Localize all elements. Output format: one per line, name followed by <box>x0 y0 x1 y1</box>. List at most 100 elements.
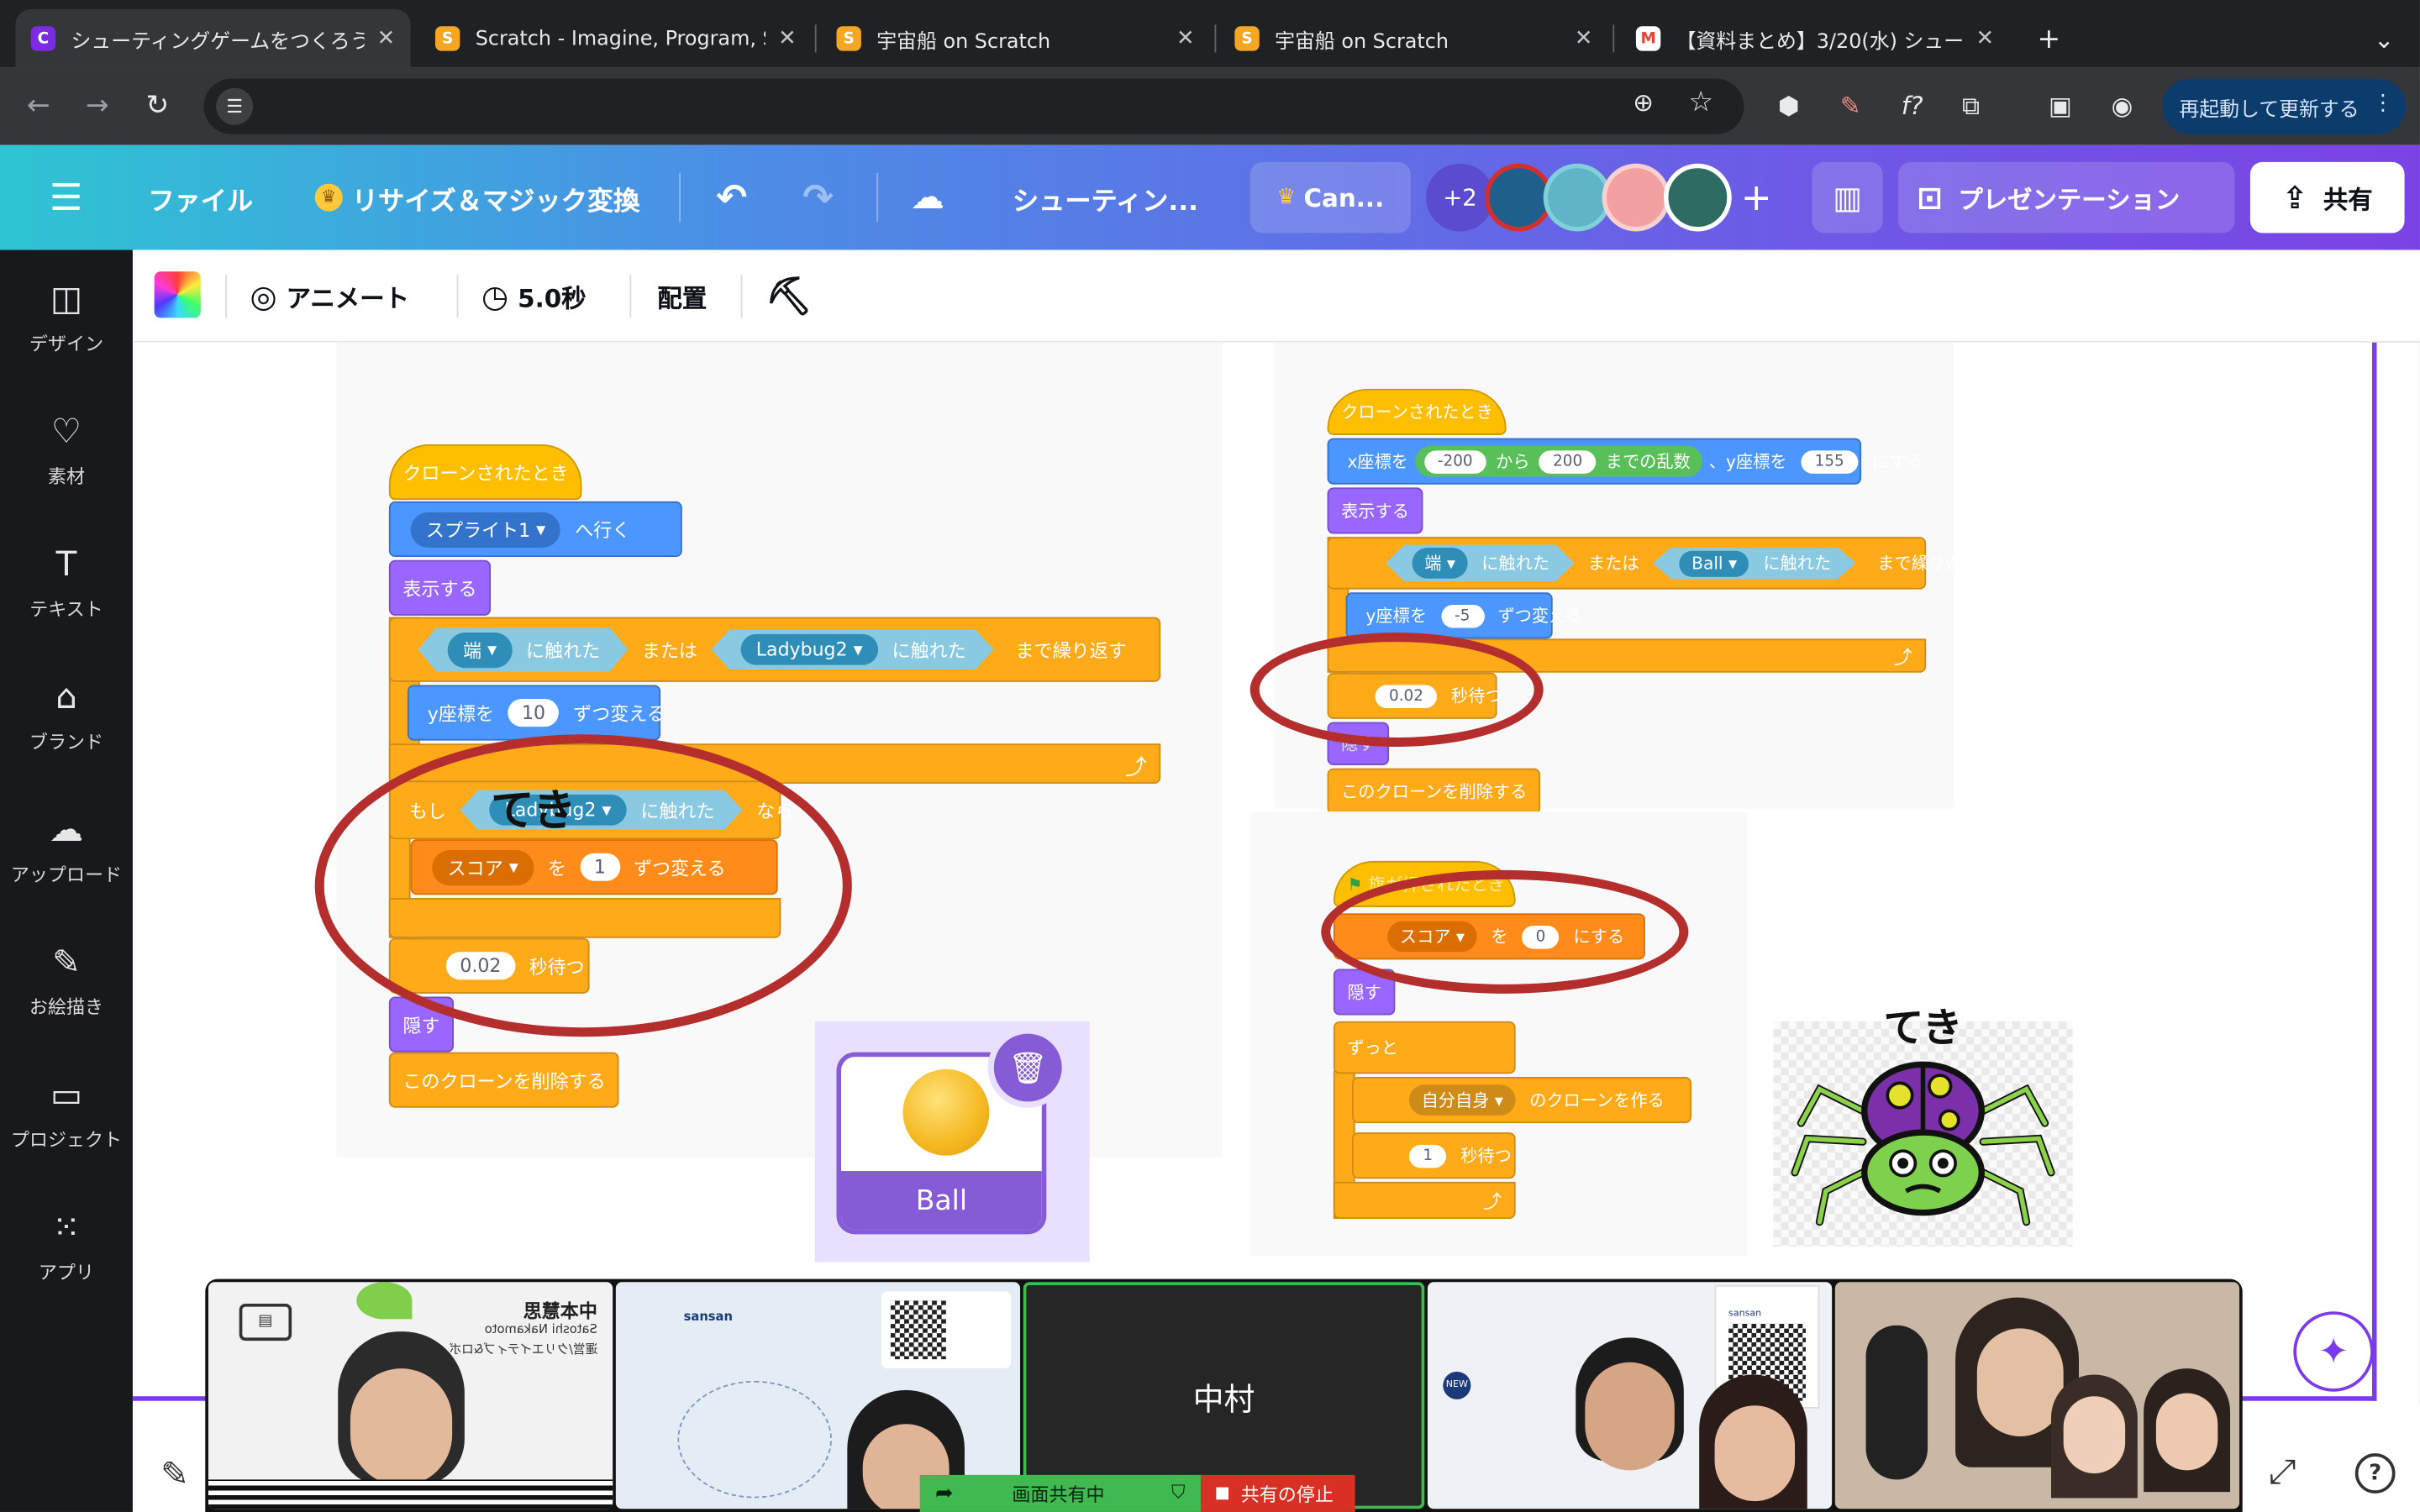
sidebar-item-text[interactable]: T テキスト <box>0 531 133 654</box>
duration-button[interactable]: ◷ 5.0秒 <box>481 250 587 343</box>
collaborator-avatar[interactable] <box>1663 163 1732 232</box>
redo-icon[interactable]: ↷ <box>802 145 834 250</box>
scratch-delete-clone-block[interactable]: このクローンを削除する <box>1327 768 1541 815</box>
collaborator-avatar[interactable] <box>1602 163 1670 232</box>
sidebar-item-design[interactable]: ◫ デザイン <box>0 265 133 389</box>
random-to-input[interactable]: 200 <box>1539 449 1597 473</box>
close-tab-icon[interactable]: ✕ <box>778 26 797 50</box>
scratch-change-y-block[interactable]: y座標を -5 ずつ変える <box>1345 592 1582 639</box>
share-arrow-icon: ➦ <box>935 1481 954 1506</box>
goto-target-dropdown[interactable]: スプライト1 ▾ <box>410 511 561 548</box>
scratch-goto-xy-block[interactable]: x座標を -200 から 200 までの乱数 、y座標を 155 にする <box>1327 438 1923 485</box>
scratch-forever-block[interactable]: ずっと <box>1333 1021 1516 1074</box>
scratch-repeat-until-block[interactable]: 端 ▾ に触れた または Ball ▾ に触れた まで繰り返す <box>1327 537 1980 590</box>
edge-dropdown[interactable]: 端 ▾ <box>1413 548 1468 579</box>
delete-sprite-trash-icon[interactable]: 🗑 <box>987 1027 1068 1108</box>
scratch-change-y-block[interactable]: y座標を 10 ずつ変える <box>407 685 666 741</box>
or-operator: 端 ▾ に触れた または Ladybug2 ▾ に触れた <box>411 627 1002 672</box>
bookmark-star-icon[interactable]: ☆ <box>1688 87 1713 119</box>
document-title[interactable]: シューティン... <box>1013 145 1198 250</box>
formula-extension-icon[interactable]: f? <box>1892 87 1933 127</box>
undo-icon[interactable]: ↶ <box>716 145 747 250</box>
sidebar-item-apps[interactable]: ⁙ アプリ <box>0 1194 133 1318</box>
insights-chart-icon[interactable]: ▥ <box>1812 161 1883 234</box>
ball-dropdown[interactable]: Ball ▾ <box>1679 550 1749 576</box>
browser-tab[interactable]: S 宇宙船 on Scratch ✕ <box>1219 9 1608 68</box>
wait-input[interactable]: 1 <box>1408 1143 1447 1168</box>
sidebar-item-brand[interactable]: ⌂ ブランド <box>0 664 133 787</box>
sprout-decoration-icon <box>356 1282 413 1320</box>
forward-icon[interactable]: → <box>77 87 118 127</box>
edge-dropdown[interactable]: 端 ▾ <box>448 632 513 667</box>
scratch-hat-when-clone[interactable]: クローンされたとき <box>388 444 583 501</box>
notes-icon[interactable]: ✎ <box>160 1457 189 1495</box>
scratch-show-block[interactable]: 表示する <box>1327 487 1423 534</box>
position-button[interactable]: 配置 <box>657 250 707 343</box>
pen-extension-icon[interactable]: ✎ <box>1830 87 1870 127</box>
scratch-hat-when-clone[interactable]: クローンされたとき <box>1327 388 1507 435</box>
resize-magic-button[interactable]: ♛ リサイズ＆マジック変換 <box>314 145 639 250</box>
zoom-icon[interactable]: ⊕ <box>1633 88 1654 118</box>
scratch-show-block[interactable]: 表示する <box>388 559 492 616</box>
fullscreen-expand-icon[interactable]: ⤢ <box>2269 1453 2296 1492</box>
canva-pro-button[interactable]: ♛ Can... <box>1249 161 1411 234</box>
change-y-input[interactable]: -5 <box>1440 604 1484 627</box>
sidebar-item-upload[interactable]: ☁ アップロード <box>0 796 133 920</box>
relaunch-update-button[interactable]: 再起動して更新する ⋮ <box>2162 78 2407 134</box>
enemy-sprite-panel[interactable]: てき <box>1773 1006 2073 1247</box>
add-collaborator-icon[interactable]: + <box>1741 145 1772 250</box>
menu-icon[interactable]: ☰ <box>50 145 83 250</box>
close-tab-icon[interactable]: ✕ <box>1176 26 1195 50</box>
scratch-wait-block[interactable]: 1 秒待つ <box>1351 1132 1516 1179</box>
address-bar[interactable]: ☰ ⊕ ☆ <box>203 78 1744 134</box>
participant-video-tile[interactable]: NEW sansan <box>1427 1282 1833 1509</box>
sidebar-item-draw[interactable]: ✎ お絵描き <box>0 929 133 1053</box>
file-menu-button[interactable]: ファイル <box>148 145 253 250</box>
scratch-create-clone-block[interactable]: 自分自身 ▾ のクローンを作る <box>1351 1077 1692 1124</box>
color-picker-icon[interactable] <box>154 271 201 318</box>
browser-tab[interactable]: C シューティングゲームをつくろう ✕ <box>15 9 411 68</box>
sidebar-item-elements[interactable]: ♡ 素材 <box>0 398 133 522</box>
side-panel-icon[interactable]: ▣ <box>2040 87 2081 127</box>
ladybug-dropdown[interactable]: Ladybug2 ▾ <box>740 634 878 665</box>
green-flag-icon: ⚑ <box>1347 874 1363 895</box>
browser-tab[interactable]: M 【資料まとめ】3/20(水) シューティング ✕ <box>1621 9 2010 68</box>
sidebar-item-projects[interactable]: ▭ プロジェクト <box>0 1062 133 1185</box>
profile-avatar-icon[interactable]: ◉ <box>2102 87 2143 127</box>
help-icon[interactable]: ? <box>2354 1453 2396 1494</box>
extension-icon[interactable]: ⬢ <box>1769 87 1809 127</box>
cloud-saved-icon[interactable]: ☁ <box>911 145 944 250</box>
participant-video-tile[interactable]: ▤ 中本慧思 Satoshi Nakamoto 運営/クリエイティブ&ロボ <box>208 1282 613 1509</box>
new-tab-button[interactable]: + <box>2022 9 2068 68</box>
collaborator-avatar[interactable] <box>1484 163 1553 232</box>
present-button[interactable]: ⊡ プレゼンテーション <box>1898 161 2235 234</box>
browser-tab[interactable]: S 宇宙船 on Scratch ✕ <box>821 9 1210 68</box>
browser-tab[interactable]: S Scratch - Imagine, Program, Share ✕ <box>420 9 813 68</box>
clone-target-dropdown[interactable]: 自分自身 ▾ <box>1408 1084 1516 1116</box>
scratch-repeat-until-block[interactable]: 端 ▾ に触れた または Ladybug2 ▾ に触れた まで繰り返す <box>388 617 1161 682</box>
shield-check-icon: ⛉ <box>1171 1481 1186 1503</box>
back-icon[interactable]: ← <box>18 87 59 127</box>
random-from-input[interactable]: -200 <box>1423 449 1487 473</box>
close-tab-icon[interactable]: ✕ <box>1975 26 1994 50</box>
participant-video-tile[interactable] <box>1834 1282 2240 1509</box>
stop-sharing-button[interactable]: 共有の停止 <box>1200 1474 1355 1512</box>
canva-assistant-sparkle-icon[interactable]: ✦ <box>2293 1311 2374 1392</box>
collaborators-more-badge[interactable]: +2 <box>1426 163 1494 232</box>
scratch-delete-clone-block[interactable]: このクローンを削除する <box>388 1052 620 1108</box>
diagram-circle <box>677 1380 832 1499</box>
share-button[interactable]: ⇪ 共有 <box>2249 161 2405 234</box>
animate-button[interactable]: ◎ アニメート <box>250 250 409 343</box>
close-tab-icon[interactable]: ✕ <box>377 26 396 50</box>
collaborator-avatar[interactable] <box>1543 163 1612 232</box>
more-options-icon[interactable]: ⋮ <box>2372 91 2394 115</box>
y-input[interactable]: 155 <box>1801 449 1859 473</box>
change-y-input[interactable]: 10 <box>508 699 560 727</box>
tab-search-chevron-icon[interactable]: ⌄ <box>2358 9 2413 68</box>
copy-style-paint-roller-icon[interactable]: ⛏ <box>765 250 813 343</box>
scratch-goto-block[interactable]: スプライト1 ▾ へ行く <box>388 501 682 558</box>
extensions-puzzle-icon[interactable]: ⧉ <box>1951 87 1991 127</box>
close-tab-icon[interactable]: ✕ <box>1575 26 1593 50</box>
reload-icon[interactable]: ↻ <box>137 87 177 127</box>
site-settings-icon[interactable]: ☰ <box>216 87 254 125</box>
